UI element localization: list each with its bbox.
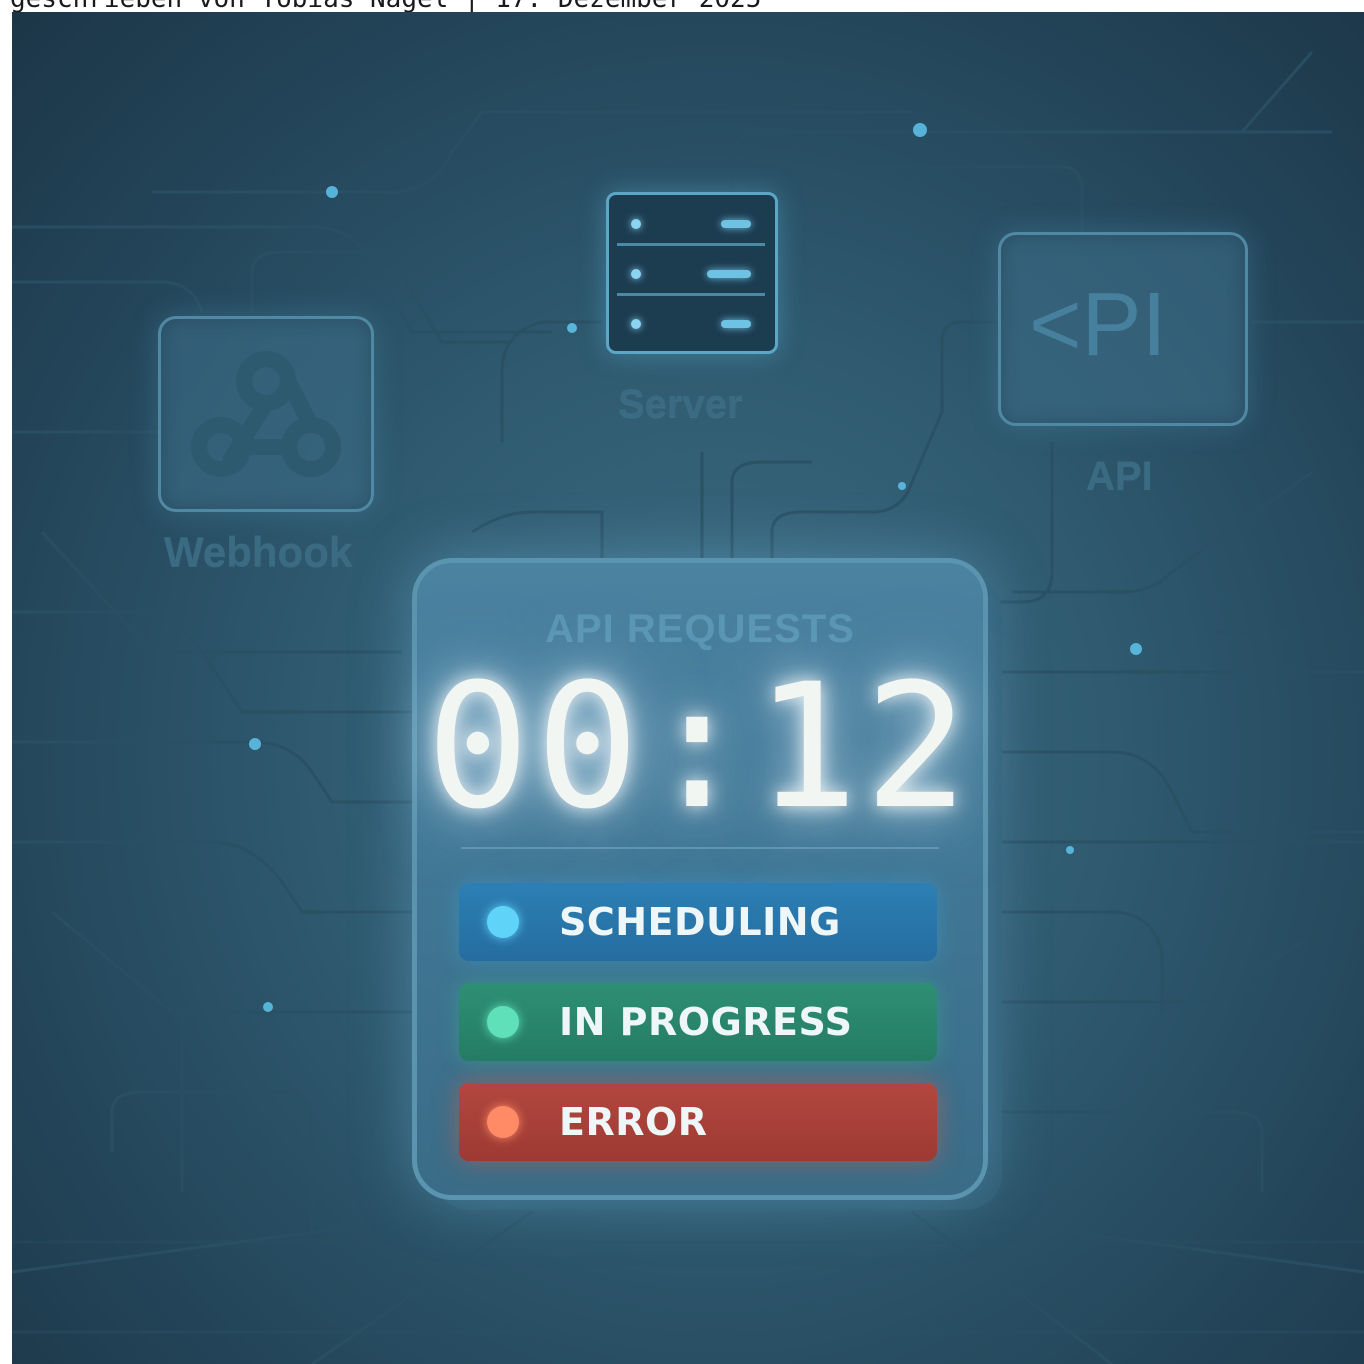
timer-display: 00:12 [426, 646, 974, 847]
api-label: API [1086, 454, 1153, 498]
status-in-progress: IN PROGRESS [459, 983, 937, 1061]
api-node: <PI [998, 232, 1248, 426]
status-dot [487, 1006, 519, 1038]
server-icon [606, 192, 778, 354]
status-dot [487, 906, 519, 938]
webhook-node [158, 316, 374, 512]
status-error: ERROR [459, 1083, 937, 1161]
api-box-text: <PI [1029, 275, 1167, 375]
status-device: API REQUESTS 00:12 SCHEDULING IN PROGRES… [412, 558, 988, 1200]
status-label: IN PROGRESS [559, 1000, 853, 1044]
status-scheduling: SCHEDULING [459, 883, 937, 961]
status-label: ERROR [559, 1100, 708, 1144]
divider [461, 847, 939, 849]
status-label: SCHEDULING [559, 900, 841, 944]
webhook-label: Webhook [164, 528, 353, 575]
byline: geschrieben von Tobias Nagel | 17. Dezem… [10, 0, 761, 12]
status-dot [487, 1106, 519, 1138]
webhook-icon [191, 351, 341, 477]
server-label: Server [618, 382, 743, 426]
illustration: Webhook Server <PI API API REQUESTS 00:1… [12, 12, 1364, 1364]
